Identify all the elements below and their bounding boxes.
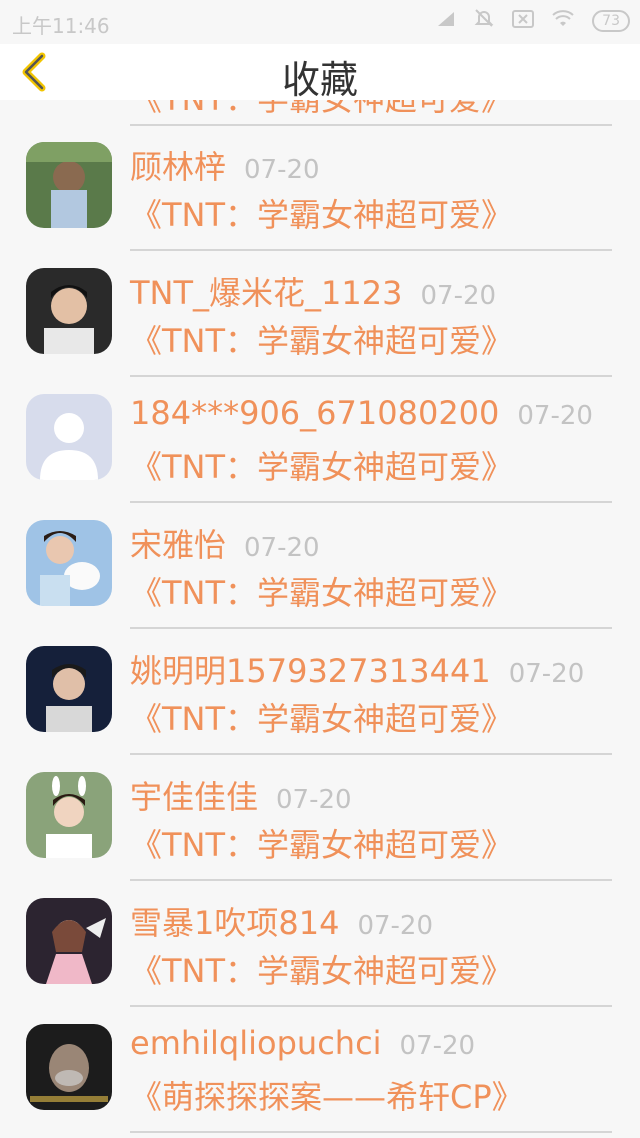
username: TNT_爆米花_1123: [130, 274, 403, 312]
username: 雪暴1吹项814: [130, 904, 340, 942]
list-item-subtitle: 《TNT：学霸女神超可爱》: [130, 322, 514, 360]
divider: [130, 249, 612, 251]
no-sim-icon: [512, 9, 535, 33]
username: 184***906_671080200: [130, 394, 500, 432]
date: 07-20: [357, 911, 434, 941]
divider: [130, 879, 612, 881]
list-item-subtitle: 《TNT：学霸女神超可爱》: [130, 196, 514, 234]
signal-icon: [436, 9, 456, 33]
avatar: [26, 646, 112, 732]
page-title: 收藏: [281, 58, 358, 102]
list-item[interactable]: 姚明明1579327313441 07-20 《TNT：学霸女神超可爱》: [0, 630, 640, 755]
date: 07-20: [244, 155, 320, 185]
date: 07-20: [508, 659, 585, 689]
avatar: [26, 898, 112, 984]
username: 宋雅怡: [130, 526, 227, 564]
avatar: [26, 520, 112, 606]
list-item-subtitle: 《TNT：学霸女神超可爱》: [130, 448, 514, 486]
wifi-icon: [552, 9, 574, 33]
list-item[interactable]: 184***906_671080200 07-20 《TNT：学霸女神超可爱》: [0, 378, 640, 503]
list-item-title: 宇佳佳佳 07-20: [130, 772, 352, 818]
divider: [130, 501, 612, 503]
list-item-subtitle: 《TNT：学霸女神超可爱》: [130, 826, 514, 864]
avatar: [26, 142, 112, 228]
list-item[interactable]: emhilqliopuchci 07-20 《萌探探探案——希轩CP》: [0, 1008, 640, 1133]
date: 07-20: [244, 533, 320, 563]
username: emhilqliopuchci: [130, 1024, 382, 1062]
date: 07-20: [399, 1031, 476, 1061]
list-item-title: 雪暴1吹项814 07-20: [130, 898, 433, 944]
list-item[interactable]: 宋雅怡 07-20 《TNT：学霸女神超可爱》: [0, 504, 640, 629]
list-item-title: TNT_爆米花_1123 07-20: [130, 268, 496, 314]
divider: [130, 1005, 612, 1007]
list-item-title: 姚明明1579327313441 07-20: [130, 646, 584, 692]
mute-bell-icon: [474, 8, 494, 33]
divider: [130, 375, 612, 377]
status-time: 上午11:46: [12, 14, 110, 38]
date: 07-20: [420, 281, 497, 311]
date: 07-20: [517, 401, 593, 431]
battery-icon: 73: [592, 9, 630, 32]
list-item[interactable]: 顾林梓 07-20 《TNT：学霸女神超可爱》: [0, 126, 640, 251]
avatar: [26, 772, 112, 858]
username: 宇佳佳佳: [130, 778, 259, 816]
status-bar: 上午11:46 73: [0, 0, 640, 44]
list-item-subtitle: 《TNT：学霸女神超可爱》: [130, 574, 514, 612]
list-item-title: 顾林梓 07-20: [130, 142, 320, 188]
list-item[interactable]: TNT_爆米花_1123 07-20 《TNT：学霸女神超可爱》: [0, 252, 640, 377]
list-item[interactable]: 雪暴1吹项814 07-20 《TNT：学霸女神超可爱》: [0, 882, 640, 1007]
status-icons: 73: [436, 8, 630, 33]
avatar: [26, 1024, 112, 1110]
list-item[interactable]: 宇佳佳佳 07-20 《TNT：学霸女神超可爱》: [0, 756, 640, 881]
divider: [130, 627, 612, 629]
list-item-title: 184***906_671080200 07-20: [130, 394, 593, 432]
divider: [130, 1131, 612, 1133]
list-item-title: 宋雅怡 07-20: [130, 520, 320, 566]
username: 姚明明1579327313441: [130, 652, 491, 690]
avatar: [26, 394, 112, 480]
divider: [130, 124, 612, 126]
list-item-subtitle: 《TNT：学霸女神超可爱》: [130, 952, 514, 990]
app-bar: 收藏: [0, 44, 640, 102]
date: 07-20: [276, 785, 352, 815]
list-item-subtitle: 《萌探探探案——希轩CP》: [130, 1078, 524, 1116]
list-item-subtitle: 《TNT：学霸女神超可爱》: [130, 700, 514, 738]
list-item-title: emhilqliopuchci 07-20: [130, 1024, 475, 1062]
avatar: [26, 268, 112, 354]
divider: [130, 753, 612, 755]
username: 顾林梓: [130, 148, 227, 186]
